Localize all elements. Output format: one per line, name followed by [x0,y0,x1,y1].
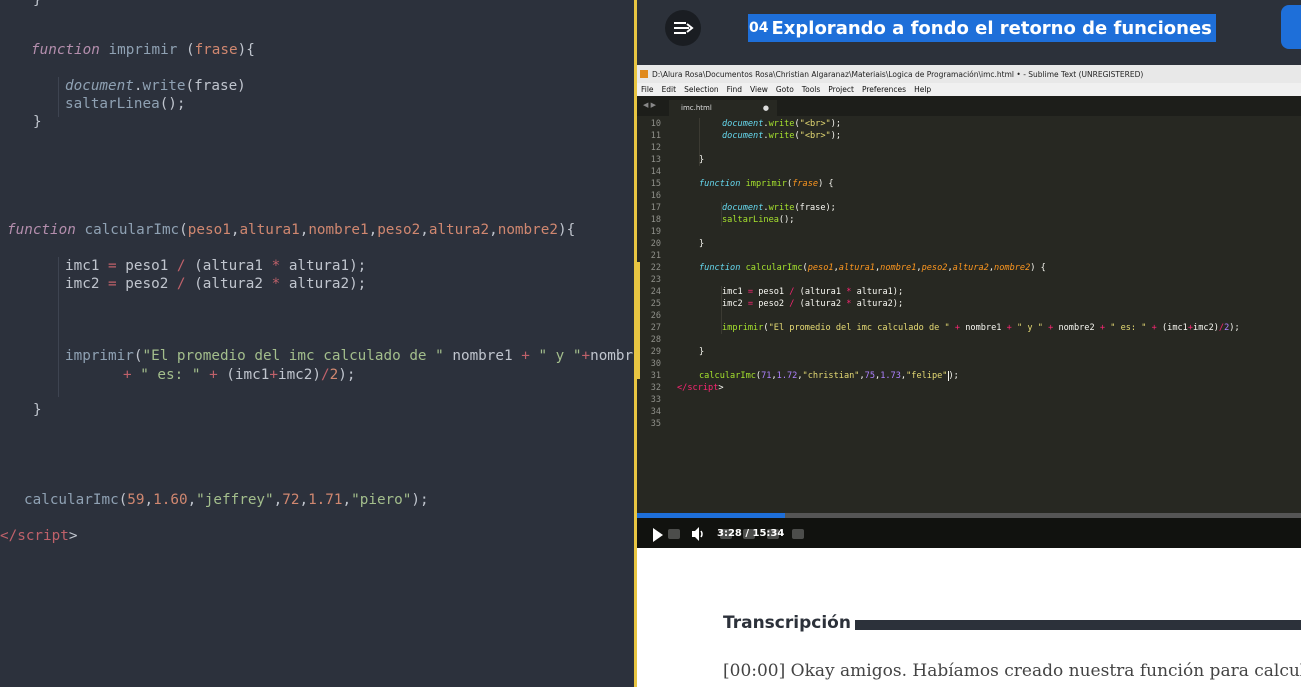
code-line: } [699,239,705,249]
code-line: </script> [677,383,724,393]
code-line: imc2 = peso2 / (altura2 * altura2); [722,299,904,309]
line-number: 19 [650,227,661,237]
line-number: 35 [650,419,661,429]
lesson-header: 04 Explorando a fondo el retorno de func… [637,0,1301,65]
unsaved-dot-icon: ● [762,104,769,112]
menu-item-file: File [641,85,654,94]
sublime-logo-icon [640,70,648,78]
line-number: 29 [650,347,661,357]
line-number: 25 [650,299,661,309]
sublime-title-bar: D:\Alura Rosa\Documentos Rosa\Christian … [637,65,1301,83]
line-number: 13 [650,155,661,165]
transcript-section: Transcripción [00:00] Okay amigos. Había… [637,548,1301,687]
lesson-title-text: Explorando a fondo el retorno de funcion… [771,17,1212,39]
code-line: } [699,155,705,165]
code-line: document.write(frase); [722,203,836,213]
code-line: document.write("<br>"); [722,119,842,129]
code-line: document.write(frase) [65,78,246,94]
menu-item-edit: Edit [661,85,677,94]
code-line: imprimir("El promedio del imc calculado … [722,323,1240,333]
code-line: + " es: " + (imc1+imc2)/2); [123,367,356,383]
code-line: </script> [0,528,78,544]
tab-label: imc.html [681,104,712,112]
code-line: } [33,402,42,418]
code-line: } [33,114,42,130]
faded-icon [743,529,755,539]
line-number: 20 [650,239,661,249]
faded-icon [720,529,732,539]
code-line: saltarLinea(); [722,215,795,225]
lesson-title: 04 Explorando a fondo el retorno de func… [748,14,1216,42]
menu-item-project: Project [828,85,854,94]
code-line: imc1 = peso1 / (altura1 * altura1); [65,258,367,274]
tab-nav-arrows-icon: ◀ ▶ [643,101,656,109]
faded-icon [792,529,804,539]
menu-arrow-icon [674,22,694,34]
code-line: } [33,0,42,8]
sublime-menu-bar: File Edit Selection Find View Goto Tools… [637,83,1301,96]
next-lesson-button[interactable] [1281,5,1301,49]
menu-item-find: Find [726,85,743,94]
line-number: 10 [650,119,661,129]
line-number: 32 [650,383,661,393]
menu-item-tools: Tools [801,85,821,94]
code-line: imc1 = peso1 / (altura1 * altura1); [722,287,904,297]
progress-fill [637,513,786,518]
line-number: 17 [650,203,661,213]
code-line: calcularImc(59,1.60,"jeffrey",72,1.71,"p… [24,492,429,508]
left-code-editor[interactable]: } function imprimir (frase){ document.wr… [0,0,634,687]
lesson-number: 04 [749,20,769,36]
progress-bar[interactable] [637,513,1301,518]
sublime-tab-bar: ◀ ▶ imc.html ● [637,96,1301,116]
menu-item-help: Help [914,85,932,94]
line-number: 14 [650,167,661,177]
code-line: imprimir("El promedio del imc calculado … [65,348,634,364]
code-line: document.write("<br>"); [722,131,842,141]
line-number: 24 [650,287,661,297]
menu-item-selection: Selection [684,85,719,94]
menu-item-view: View [750,85,768,94]
line-number: 21 [650,251,661,261]
heading-rule [855,620,1301,630]
menu-item-goto: Goto [775,85,794,94]
line-number: 34 [650,407,661,417]
code-line: } [699,347,705,357]
code-line: saltarLinea(); [65,96,186,112]
line-number: 27 [650,323,661,333]
transcript-heading: Transcripción [723,613,851,633]
code-line: function calcularImc(peso1,altura1,nombr… [699,263,1046,273]
volume-icon[interactable] [691,526,705,542]
menu-button[interactable] [665,10,701,46]
line-number: 23 [650,275,661,285]
line-number: 11 [650,131,661,141]
faded-icon [767,529,779,539]
code-line: calcularImc(71,1.72,"christian",75,1.73,… [699,370,959,381]
line-number: 33 [650,395,661,405]
course-panel: 04 Explorando a fondo el retorno de func… [637,0,1301,687]
window-title: D:\Alura Rosa\Documentos Rosa\Christian … [652,69,1144,79]
faded-icon [668,529,680,539]
line-number: 18 [650,215,661,225]
menu-item-preferences: Preferences [861,85,907,94]
code-line: function imprimir (frase){ [31,42,255,58]
code-line: imc2 = peso2 / (altura2 * altura2); [65,276,367,292]
video-player[interactable]: D:\Alura Rosa\Documentos Rosa\Christian … [637,65,1301,548]
transcript-text: [00:00] Okay amigos. Habíamos creado nue… [723,661,1301,681]
line-number: 28 [650,335,661,345]
line-number: 22 [650,263,661,273]
line-number: 31 [650,371,661,381]
tab-imc-html: imc.html ● [669,100,777,116]
line-number: 30 [650,359,661,369]
play-icon[interactable] [653,528,663,542]
line-number: 15 [650,179,661,189]
code-line: function calcularImc(peso1,altura1,nombr… [7,222,576,238]
line-number: 16 [650,191,661,201]
line-number: 26 [650,311,661,321]
line-number: 12 [650,143,661,153]
code-line: function imprimir(frase) { [699,179,834,189]
